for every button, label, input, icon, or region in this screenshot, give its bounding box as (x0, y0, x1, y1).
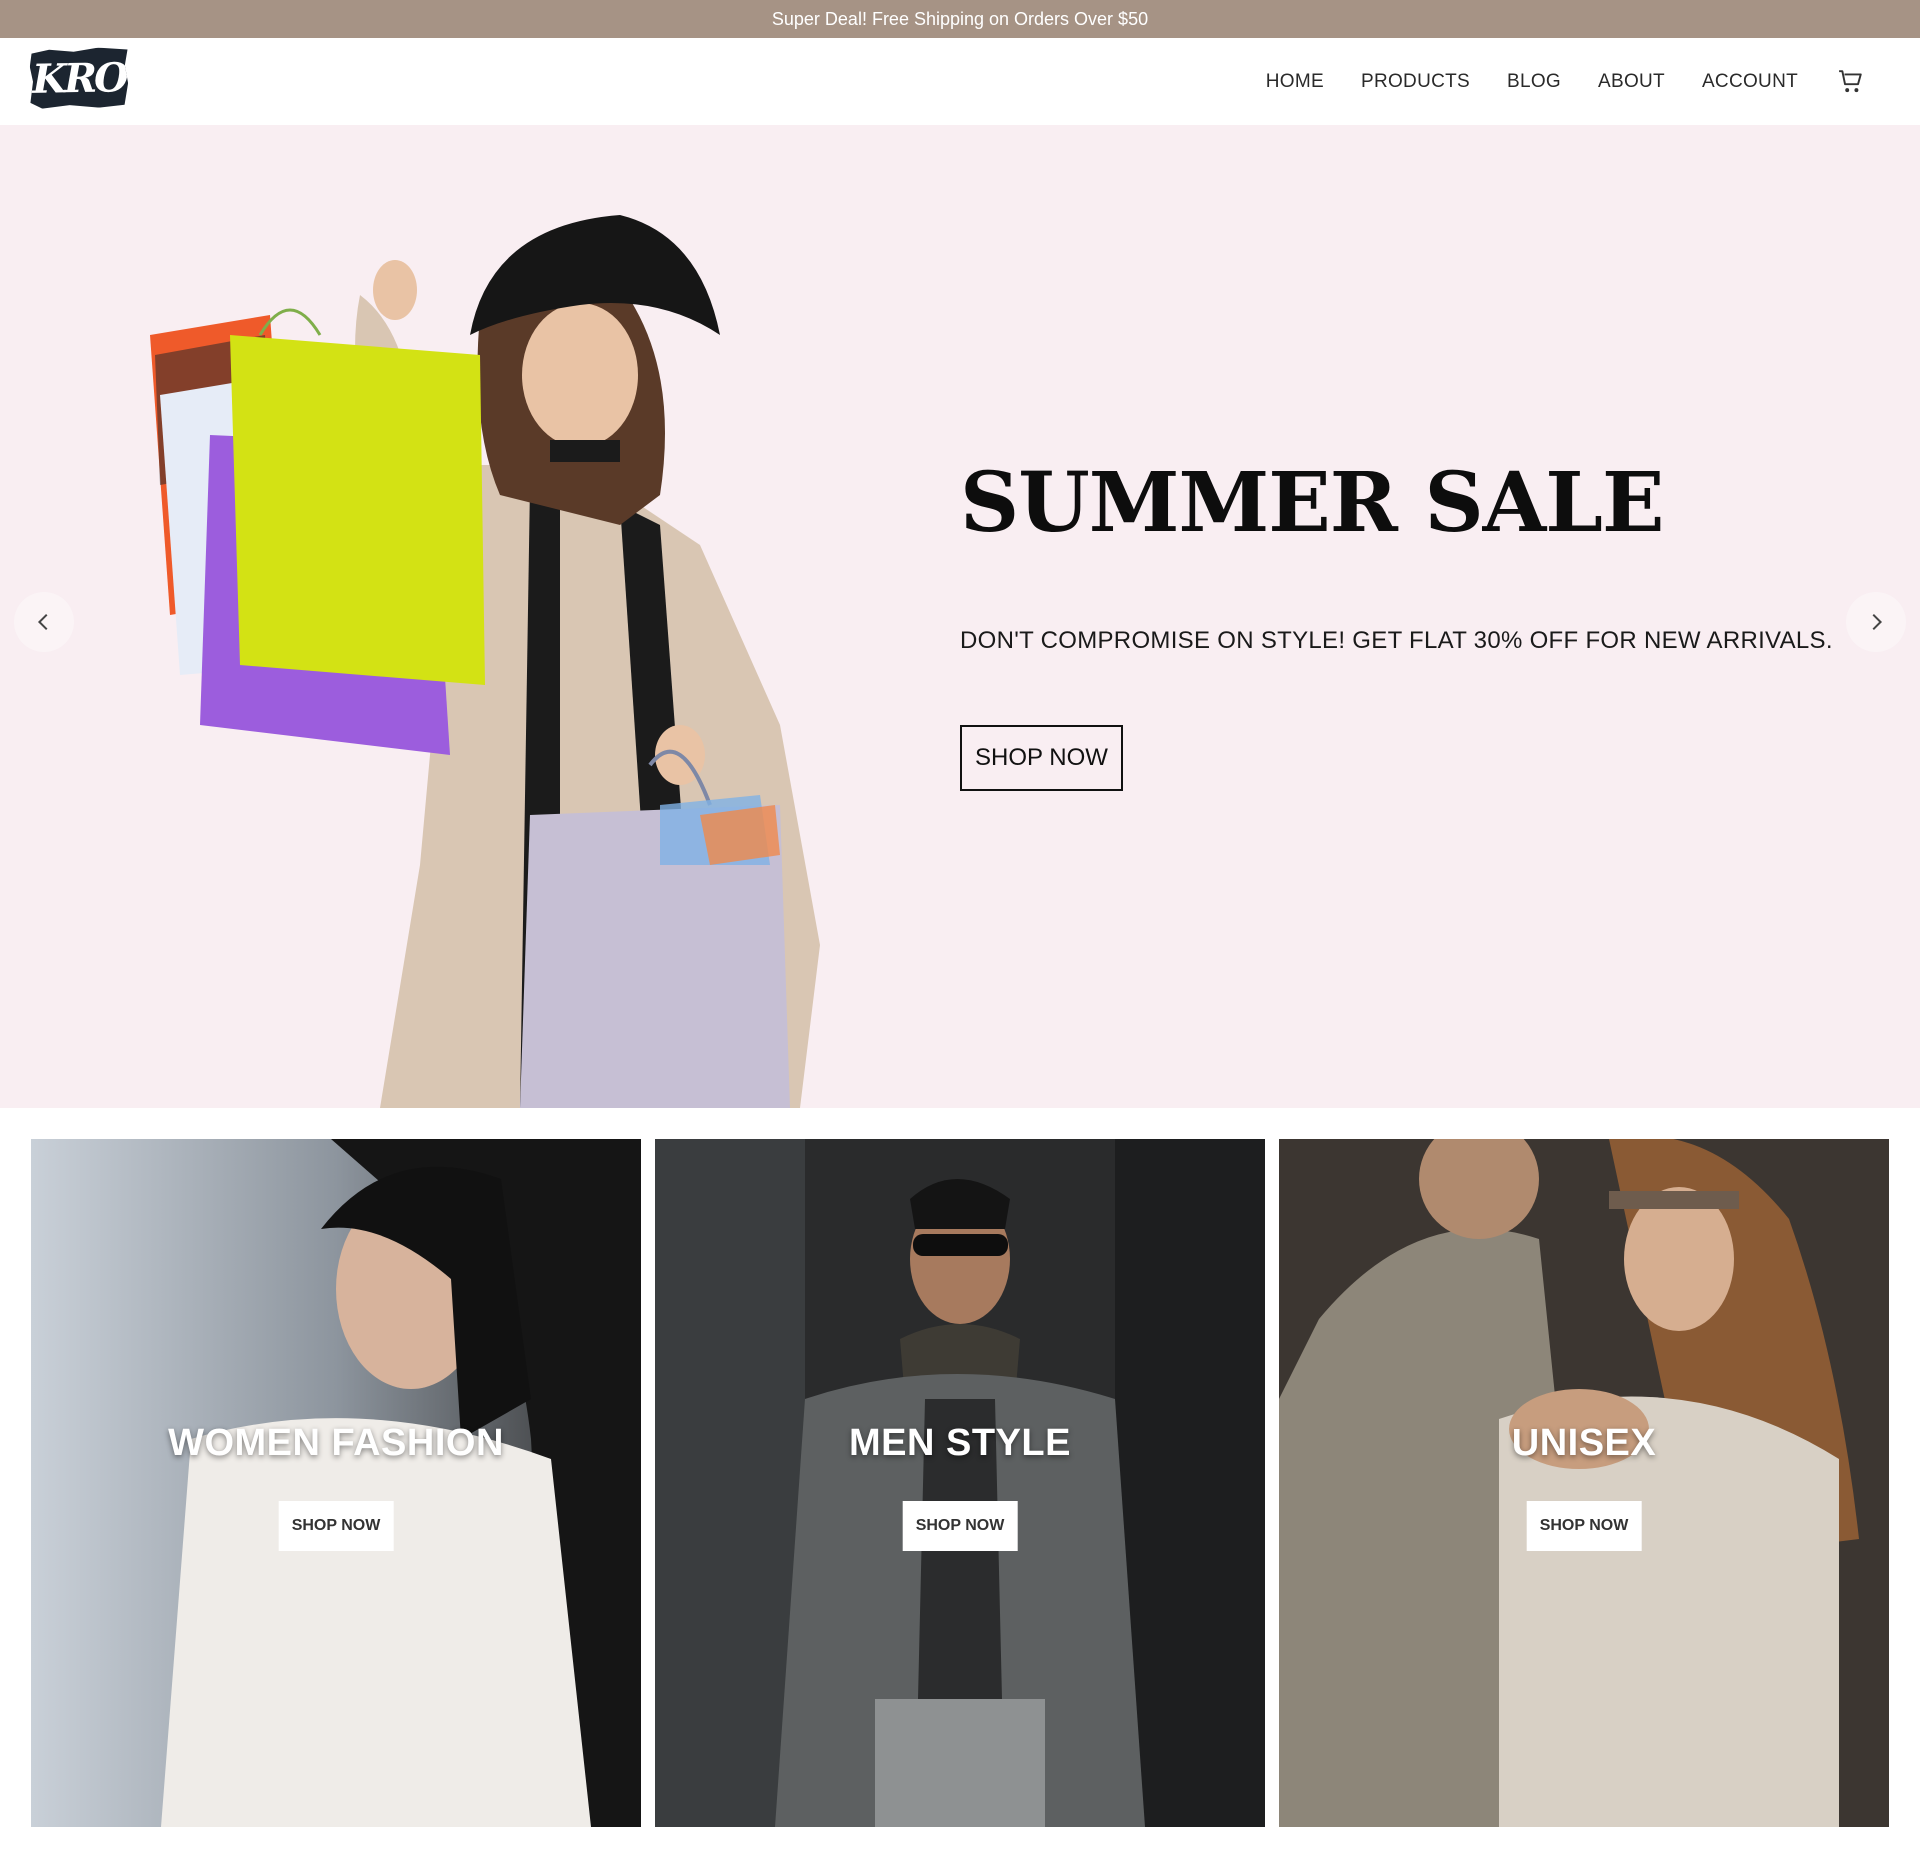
category-cards: WOMEN FASHION SHOP NOW MEN STYLE SHOP NO… (31, 1139, 1889, 1827)
nav-blog[interactable]: BLOG (1507, 71, 1561, 93)
nav-account[interactable]: ACCOUNT (1702, 71, 1798, 93)
category-card-men[interactable]: MEN STYLE SHOP NOW (655, 1139, 1265, 1827)
hero-slider: SUMMER SALE DON'T COMPROMISE ON STYLE! G… (0, 125, 1920, 1108)
unisex-image (1279, 1139, 1889, 1827)
nav-home[interactable]: HOME (1266, 71, 1324, 93)
announcement-bar: Super Deal! Free Shipping on Orders Over… (0, 0, 1920, 38)
brand-logo[interactable]: KRO (29, 47, 128, 109)
announcement-text: Super Deal! Free Shipping on Orders Over… (771, 8, 1149, 29)
hero-title: SUMMER SALE (960, 455, 1664, 551)
nav-about[interactable]: ABOUT (1598, 71, 1665, 93)
nav-products[interactable]: PRODUCTS (1361, 71, 1470, 93)
hero-shop-now-button[interactable]: SHOP NOW (960, 725, 1123, 791)
slider-next-button[interactable] (1846, 592, 1906, 652)
unisex-shop-now-button[interactable]: SHOP NOW (1526, 1501, 1642, 1551)
hero-model-image (150, 215, 820, 1108)
men-shop-now-button[interactable]: SHOP NOW (902, 1501, 1018, 1551)
cart-icon[interactable] (1838, 69, 1864, 95)
site-header: KRO HOME PRODUCTS BLOG ABOUT ACCOUNT (0, 38, 1920, 125)
category-title: WOMEN FASHION (168, 1422, 504, 1464)
women-shop-now-button[interactable]: SHOP NOW (278, 1501, 394, 1551)
chevron-left-icon (37, 613, 48, 631)
hero-subtitle: DON'T COMPROMISE ON STYLE! GET FLAT 30% … (960, 627, 1833, 654)
main-nav: HOME PRODUCTS BLOG ABOUT ACCOUNT (1229, 38, 1864, 125)
slider-prev-button[interactable] (14, 592, 74, 652)
chevron-right-icon (1872, 613, 1883, 631)
category-card-women[interactable]: WOMEN FASHION SHOP NOW (31, 1139, 641, 1827)
category-title: MEN STYLE (849, 1422, 1071, 1464)
men-style-image (655, 1139, 1265, 1827)
logo-text: KRO (31, 53, 127, 103)
women-fashion-image (31, 1139, 641, 1827)
category-card-unisex[interactable]: UNISEX SHOP NOW (1279, 1139, 1889, 1827)
category-title: UNISEX (1511, 1422, 1657, 1464)
